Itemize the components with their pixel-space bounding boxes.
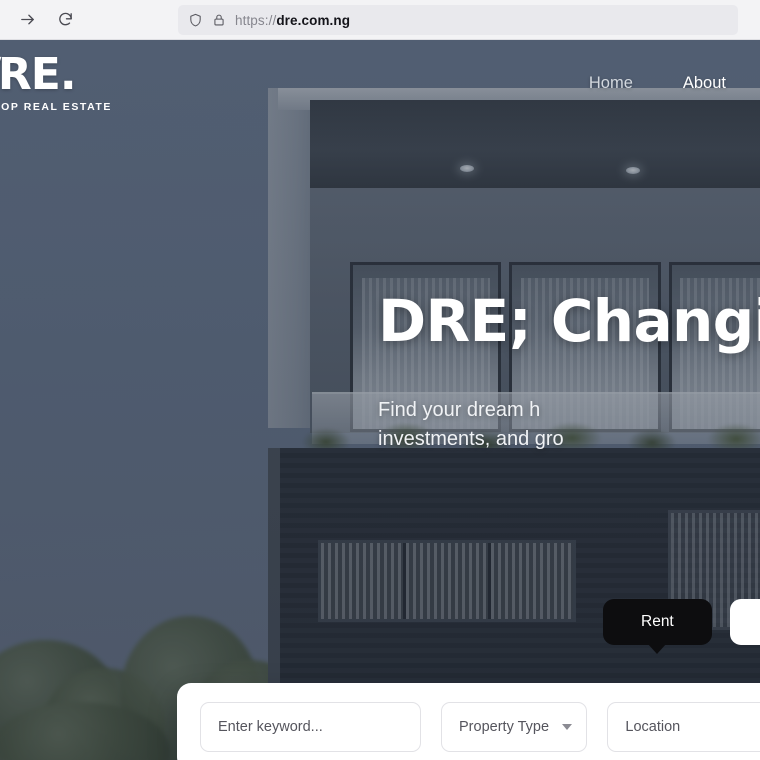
logo-wordmark: ZRE. — [0, 49, 166, 100]
tab-sale[interactable]: S — [729, 599, 760, 645]
url-bar[interactable]: https://dre.com.ng — [178, 5, 738, 35]
search-keyword-input[interactable]: Enter keyword... — [200, 702, 422, 752]
hero-subtitle: Find your dream h investments, and gro — [378, 396, 760, 454]
property-search-card: Enter keyword... Property Type Location — [177, 683, 760, 760]
tab-rent[interactable]: Rent — [603, 599, 712, 645]
url-host: dre.com.ng — [276, 12, 351, 28]
nav-item-about[interactable]: About — [683, 74, 726, 93]
chevron-down-icon — [562, 724, 573, 730]
hero-title: DRE; Changing — [378, 287, 760, 355]
logo-letters: RE. — [0, 49, 77, 100]
site-navbar: ZRE. ROPTOP REAL ESTATE Home About — [0, 40, 760, 136]
nav-links: Home About — [589, 74, 726, 93]
browser-toolbar: https://dre.com.ng — [0, 0, 760, 40]
hero-subtitle-line-1: Find your dream h — [378, 398, 541, 421]
site-logo[interactable]: ZRE. ROPTOP REAL ESTATE — [0, 49, 166, 113]
lock-icon[interactable] — [212, 12, 226, 28]
property-type-label: Property Type — [459, 719, 550, 735]
browser-window: https://dre.com.ng ZRE. OP REAL ESTATE H… — [0, 0, 760, 760]
listing-type-tabs: Rent S — [603, 599, 760, 645]
forward-button[interactable] — [12, 5, 42, 35]
location-input[interactable]: Location — [607, 702, 760, 752]
url-scheme: https:// — [235, 12, 277, 28]
hero-subtitle-line-2: investments, and gro — [378, 427, 564, 450]
logo-tagline: ROPTOP REAL ESTATE — [0, 101, 112, 113]
url-text: https://dre.com.ng — [235, 13, 350, 28]
hero-copy: DRE; Changing Find your dream h investme… — [378, 287, 760, 454]
website-viewport: ZRE. ROPTOP REAL ESTATE Home About DRE; … — [0, 40, 760, 760]
arrow-right-icon — [20, 14, 34, 25]
nav-item-home[interactable]: Home — [589, 74, 633, 93]
property-type-select[interactable]: Property Type — [441, 702, 588, 752]
reload-button[interactable] — [50, 5, 80, 35]
reload-icon — [58, 12, 72, 26]
shield-icon[interactable] — [188, 12, 203, 28]
